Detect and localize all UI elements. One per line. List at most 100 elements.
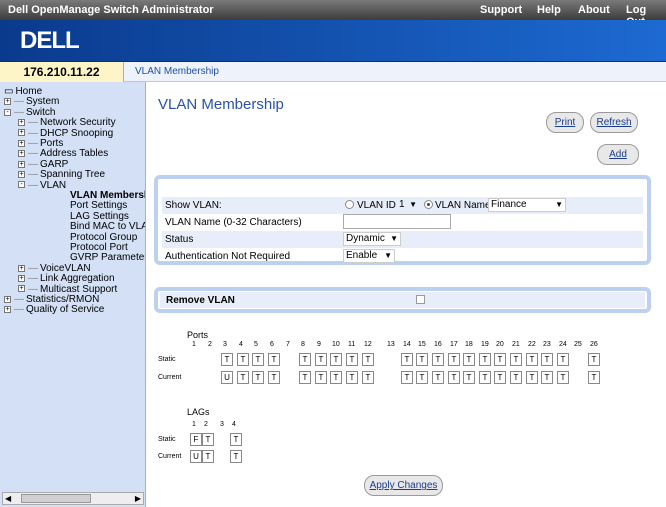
sidebar-item[interactable]: VLAN Membersh: [70, 190, 145, 201]
static-port-cell[interactable]: T: [362, 353, 374, 366]
sidebar-item[interactable]: + — Address Tables: [18, 148, 108, 159]
static-port-cell[interactable]: T: [541, 353, 553, 366]
collapse-icon[interactable]: -: [4, 108, 11, 116]
static-port-cell[interactable]: [190, 353, 202, 366]
current-port-cell[interactable]: T: [237, 371, 249, 384]
sidebar-item[interactable]: + — VoiceVLAN: [18, 263, 91, 274]
static-port-cell[interactable]: T: [416, 353, 428, 366]
scroll-left-icon[interactable]: ◀: [5, 493, 11, 504]
sidebar-item[interactable]: + — GARP: [18, 159, 68, 170]
current-port-cell[interactable]: T: [463, 371, 475, 384]
current-port-cell[interactable]: T: [299, 371, 311, 384]
current-port-cell[interactable]: T: [230, 450, 242, 463]
about-link[interactable]: About: [578, 4, 610, 16]
support-link[interactable]: Support: [480, 4, 522, 16]
sidebar-item[interactable]: + — System: [4, 96, 59, 107]
current-port-cell[interactable]: T: [202, 450, 214, 463]
current-port-cell[interactable]: T: [448, 371, 460, 384]
static-port-cell[interactable]: T: [479, 353, 491, 366]
sidebar-item[interactable]: + — Network Security: [18, 117, 116, 128]
sidebar-item[interactable]: LAG Settings: [70, 211, 129, 222]
static-port-cell[interactable]: T: [230, 433, 242, 446]
current-port-cell[interactable]: [385, 371, 397, 384]
current-port-cell[interactable]: T: [401, 371, 413, 384]
expand-icon[interactable]: +: [18, 275, 25, 283]
status-select[interactable]: Dynamic ▼: [343, 232, 401, 246]
refresh-button[interactable]: Refresh: [590, 112, 638, 133]
sidebar-item[interactable]: Protocol Group: [70, 232, 137, 243]
current-port-cell[interactable]: U: [190, 450, 202, 463]
sidebar-item[interactable]: + — Quality of Service: [4, 304, 104, 315]
current-port-cell[interactable]: T: [416, 371, 428, 384]
sidebar-item[interactable]: Protocol Port: [70, 242, 128, 253]
expand-icon[interactable]: +: [18, 129, 25, 137]
static-port-cell[interactable]: T: [237, 353, 249, 366]
expand-icon[interactable]: +: [18, 119, 25, 127]
static-port-cell[interactable]: T: [330, 353, 342, 366]
current-port-cell[interactable]: T: [541, 371, 553, 384]
vlan-name-input[interactable]: [343, 214, 451, 229]
current-port-cell[interactable]: [284, 371, 296, 384]
static-port-cell[interactable]: [572, 353, 584, 366]
current-port-cell[interactable]: T: [252, 371, 264, 384]
current-port-cell[interactable]: T: [330, 371, 342, 384]
current-port-cell[interactable]: [206, 371, 218, 384]
current-port-cell[interactable]: [572, 371, 584, 384]
static-port-cell[interactable]: [206, 353, 218, 366]
static-port-cell[interactable]: T: [494, 353, 506, 366]
help-link[interactable]: Help: [537, 4, 561, 16]
current-port-cell[interactable]: T: [268, 371, 280, 384]
current-port-cell[interactable]: T: [588, 371, 600, 384]
horizontal-scrollbar[interactable]: ◀ ▶: [2, 492, 144, 505]
sidebar-item[interactable]: + — Spanning Tree: [18, 169, 105, 180]
static-port-cell[interactable]: T: [463, 353, 475, 366]
current-port-cell[interactable]: U: [221, 371, 233, 384]
current-port-cell[interactable]: T: [432, 371, 444, 384]
sidebar-item[interactable]: - — Switch: [4, 107, 55, 118]
sidebar-item[interactable]: + — Link Aggregation: [18, 273, 115, 284]
static-port-cell[interactable]: T: [299, 353, 311, 366]
sidebar-item[interactable]: Port Settings: [70, 200, 127, 211]
current-port-cell[interactable]: T: [526, 371, 538, 384]
static-port-cell[interactable]: T: [346, 353, 358, 366]
sidebar-item[interactable]: Bind MAC to VLA: [70, 221, 145, 232]
expand-icon[interactable]: +: [4, 98, 11, 106]
vlan-id-select[interactable]: 1 ▼: [396, 198, 420, 212]
print-button[interactable]: Print: [546, 112, 584, 133]
current-port-cell[interactable]: T: [510, 371, 522, 384]
static-port-cell[interactable]: T: [557, 353, 569, 366]
static-port-cell[interactable]: T: [268, 353, 280, 366]
collapse-icon[interactable]: -: [18, 181, 25, 189]
scrollbar-thumb[interactable]: [21, 494, 91, 503]
static-port-cell[interactable]: F: [190, 433, 202, 446]
expand-icon[interactable]: +: [18, 150, 25, 158]
expand-icon[interactable]: +: [4, 295, 11, 303]
current-port-cell[interactable]: [190, 371, 202, 384]
static-port-cell[interactable]: T: [526, 353, 538, 366]
remove-vlan-checkbox[interactable]: [416, 295, 425, 304]
static-port-cell[interactable]: T: [202, 433, 214, 446]
static-port-cell[interactable]: T: [401, 353, 413, 366]
expand-icon[interactable]: +: [18, 160, 25, 168]
static-port-cell[interactable]: [218, 433, 230, 446]
expand-icon[interactable]: +: [18, 285, 25, 293]
current-port-cell[interactable]: T: [479, 371, 491, 384]
static-port-cell[interactable]: T: [221, 353, 233, 366]
sidebar-item[interactable]: - — VLAN: [18, 180, 66, 191]
sidebar-item[interactable]: GVRP Parameter: [70, 252, 145, 263]
scroll-right-icon[interactable]: ▶: [135, 493, 141, 504]
breadcrumb[interactable]: VLAN Membership: [135, 66, 219, 77]
auth-select[interactable]: Enable ▼: [343, 249, 395, 263]
static-port-cell[interactable]: [385, 353, 397, 366]
current-port-cell[interactable]: T: [362, 371, 374, 384]
apply-changes-button[interactable]: Apply Changes: [364, 475, 443, 496]
vlan-name-radio[interactable]: [424, 200, 433, 209]
sidebar-item[interactable]: + — DHCP Snooping: [18, 128, 113, 139]
vlan-name-select[interactable]: Finance ▼: [488, 198, 566, 212]
current-port-cell[interactable]: T: [346, 371, 358, 384]
current-port-cell[interactable]: [218, 450, 230, 463]
sidebar-item[interactable]: ▭ Home: [4, 86, 42, 97]
expand-icon[interactable]: +: [4, 306, 11, 314]
sidebar-item[interactable]: + — Statistics/RMON: [4, 294, 99, 305]
static-port-cell[interactable]: T: [252, 353, 264, 366]
